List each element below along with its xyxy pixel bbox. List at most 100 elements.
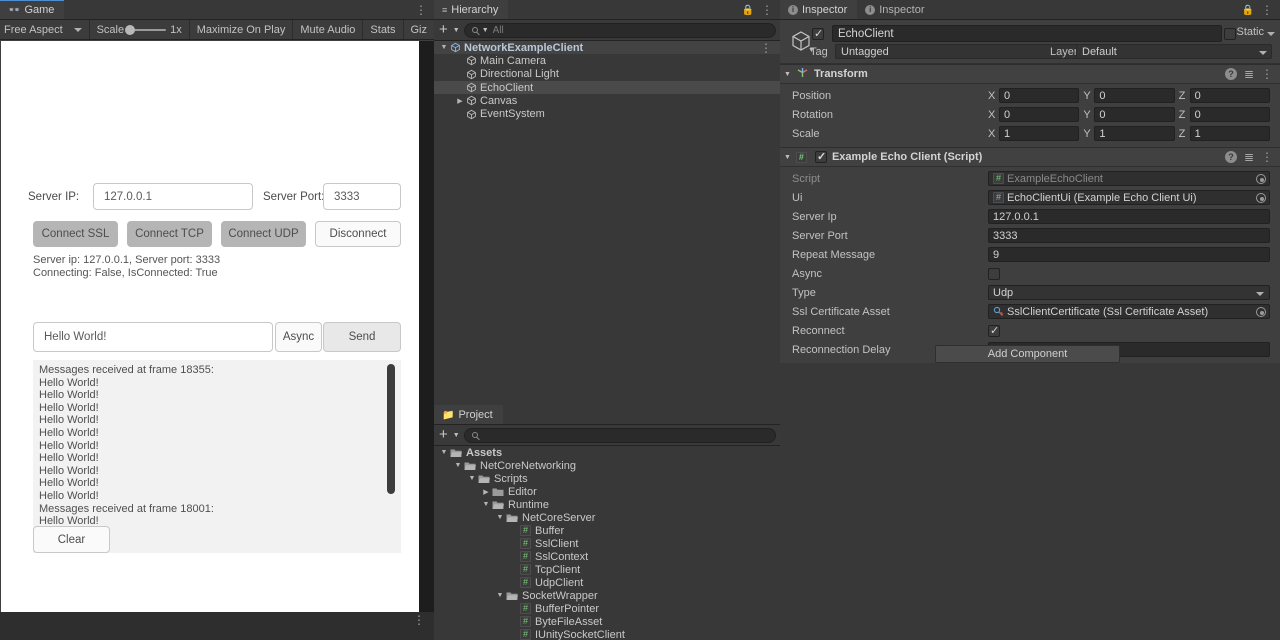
chevron-right-icon[interactable]: ▶ [454, 97, 466, 105]
preset-icon[interactable]: ≣ [1244, 67, 1254, 81]
hierarchy-item-canvas[interactable]: ▶ Canvas [434, 94, 780, 107]
field-value-repeat-message[interactable]: 9 [988, 247, 1270, 262]
chevron-down-icon[interactable]: ▼ [494, 592, 506, 599]
field-value-type[interactable]: Udp [988, 285, 1270, 300]
connect-ssl-button[interactable]: Connect SSL [33, 221, 118, 247]
project-item-iunitysocketclient[interactable]: # IUnitySocketClient [434, 628, 780, 640]
transform-component-header[interactable]: ▼ Transform ? ≣ [780, 64, 1280, 84]
maximize-on-play-toggle[interactable]: Maximize On Play [190, 20, 294, 39]
inspector-menu-icon[interactable] [1261, 6, 1273, 14]
object-picker-icon[interactable] [1256, 307, 1266, 317]
chevron-down-icon[interactable]: ▼ [438, 44, 450, 51]
tab-hierarchy[interactable]: ≡ Hierarchy [434, 0, 509, 19]
project-item-socketwrapper[interactable]: ▼ SocketWrapper [434, 589, 780, 602]
chevron-down-icon[interactable]: ▼ [438, 449, 450, 456]
lock-icon[interactable] [742, 4, 754, 16]
send-button[interactable]: Send [323, 322, 401, 352]
project-search-input[interactable] [463, 427, 776, 443]
message-log[interactable]: Messages received at frame 18355: Hello W… [33, 360, 401, 553]
hierarchy-item-networkexampleclient[interactable]: ▼ NetworkExampleClient [434, 41, 780, 55]
create-asset-button[interactable]: + [438, 427, 449, 442]
project-item-netcorenetworking[interactable]: ▼ NetCoreNetworking [434, 459, 780, 472]
chevron-down-icon[interactable]: ▼ [453, 27, 460, 34]
help-icon[interactable]: ? [1224, 68, 1237, 80]
project-item-editor[interactable]: ▶ Editor [434, 485, 780, 498]
hierarchy-search-input[interactable]: ▼ All [463, 22, 776, 38]
object-picker-icon[interactable] [1256, 193, 1266, 203]
chevron-down-icon[interactable]: ▼ [494, 514, 506, 521]
add-component-button[interactable]: Add Component [935, 345, 1120, 363]
hierarchy-item-menu-icon[interactable] [760, 44, 780, 52]
message-input[interactable]: Hello World! [33, 322, 273, 352]
layer-dropdown[interactable]: Default [1076, 44, 1272, 59]
foldout-icon[interactable]: ▼ [784, 71, 791, 78]
hierarchy-tree[interactable]: ▼ NetworkExampleClientMain CameraDirectio… [434, 41, 780, 121]
chevron-right-icon[interactable]: ▶ [480, 488, 492, 496]
field-value-server-port[interactable]: 3333 [988, 228, 1270, 243]
scale-slider-knob[interactable] [125, 24, 136, 35]
field-value-script[interactable]: # ExampleEchoClient [988, 171, 1270, 186]
game-render-canvas[interactable]: Server IP: 127.0.0.1 Server Port: 3333 C… [1, 41, 419, 612]
axis-z-input[interactable]: 1 [1189, 126, 1270, 141]
scale-slider[interactable]: Scale 1x [90, 20, 190, 39]
field-value-ssl-certificate-asset[interactable]: SslClientCertificate (Ssl Certificate As… [988, 304, 1270, 319]
game-menu-icon[interactable] [415, 6, 427, 14]
server-port-input[interactable]: 3333 [323, 183, 401, 210]
axis-z-input[interactable]: 0 [1189, 107, 1270, 122]
clear-button[interactable]: Clear [33, 526, 110, 553]
hierarchy-menu-icon[interactable] [761, 6, 773, 14]
hierarchy-item-echoclient[interactable]: EchoClient [434, 80, 780, 95]
axis-x-input[interactable]: 0 [999, 107, 1080, 122]
mute-audio-toggle[interactable]: Mute Audio [293, 20, 364, 39]
project-item-udpclient[interactable]: # UdpClient [434, 576, 780, 589]
help-icon[interactable]: ? [1224, 151, 1237, 163]
component-menu-icon[interactable] [1261, 70, 1273, 78]
axis-z-input[interactable]: 0 [1189, 88, 1270, 103]
project-item-sslcontext[interactable]: # SslContext [434, 550, 780, 563]
project-item-scripts[interactable]: ▼ Scripts [434, 472, 780, 485]
tab-inspector-2[interactable]: i Inspector [857, 0, 935, 19]
project-item-bytefileasset[interactable]: # ByteFileAsset [434, 615, 780, 628]
game-bottom-menu-icon[interactable] [413, 616, 425, 624]
field-value-server-ip[interactable]: 127.0.0.1 [988, 209, 1270, 224]
project-item-sslclient[interactable]: # SslClient [434, 537, 780, 550]
hierarchy-item-directional-light[interactable]: Directional Light [434, 68, 780, 81]
object-picker-icon[interactable] [1256, 174, 1266, 184]
axis-y-input[interactable]: 0 [1094, 88, 1175, 103]
chevron-down-icon[interactable]: ▼ [466, 475, 478, 482]
hierarchy-item-main-camera[interactable]: Main Camera [434, 54, 780, 67]
connect-udp-button[interactable]: Connect UDP [221, 221, 306, 247]
hierarchy-item-eventsystem[interactable]: EventSystem [434, 107, 780, 120]
message-log-scrollbar[interactable] [387, 364, 395, 549]
static-checkbox[interactable] [1224, 28, 1236, 40]
gameobject-name-input[interactable]: EchoClient [832, 25, 1222, 42]
axis-y-input[interactable]: 1 [1094, 126, 1175, 141]
tab-project[interactable]: 📁 Project [434, 405, 503, 424]
preset-icon[interactable]: ≣ [1244, 150, 1254, 164]
project-item-tcpclient[interactable]: # TcpClient [434, 563, 780, 576]
project-item-assets[interactable]: ▼ Assets [434, 446, 780, 459]
add-gameobject-button[interactable]: + [438, 22, 449, 37]
project-item-buffer[interactable]: # Buffer [434, 524, 780, 537]
project-tree[interactable]: ▼ Assets ▼ NetCoreNetworking ▼ Scripts ▶ Editor… [434, 446, 780, 640]
chevron-down-icon[interactable]: ▼ [453, 432, 460, 439]
chevron-down-icon[interactable]: ▼ [452, 462, 464, 469]
project-item-runtime[interactable]: ▼ Runtime [434, 498, 780, 511]
lock-icon[interactable] [1242, 4, 1254, 16]
component-menu-icon[interactable] [1261, 153, 1273, 161]
tab-game[interactable]: 👓 Game [0, 0, 65, 19]
tab-inspector[interactable]: i Inspector [780, 0, 858, 19]
project-item-bufferpointer[interactable]: # BufferPointer [434, 602, 780, 615]
foldout-icon[interactable]: ▼ [784, 154, 791, 161]
aspect-dropdown[interactable]: Free Aspect [0, 20, 90, 39]
project-item-netcoreserver[interactable]: ▼ NetCoreServer [434, 511, 780, 524]
axis-x-input[interactable]: 0 [999, 88, 1080, 103]
stats-toggle[interactable]: Stats [363, 20, 404, 39]
component-enabled-checkbox[interactable] [814, 150, 827, 163]
scale-slider-track[interactable] [125, 24, 167, 35]
gameobject-enabled-checkbox[interactable] [812, 27, 824, 40]
gizmos-dropdown[interactable]: Giz [404, 20, 435, 39]
async-button[interactable]: Async [275, 322, 322, 352]
chevron-down-icon[interactable]: ▼ [480, 501, 492, 508]
axis-y-input[interactable]: 0 [1094, 107, 1175, 122]
